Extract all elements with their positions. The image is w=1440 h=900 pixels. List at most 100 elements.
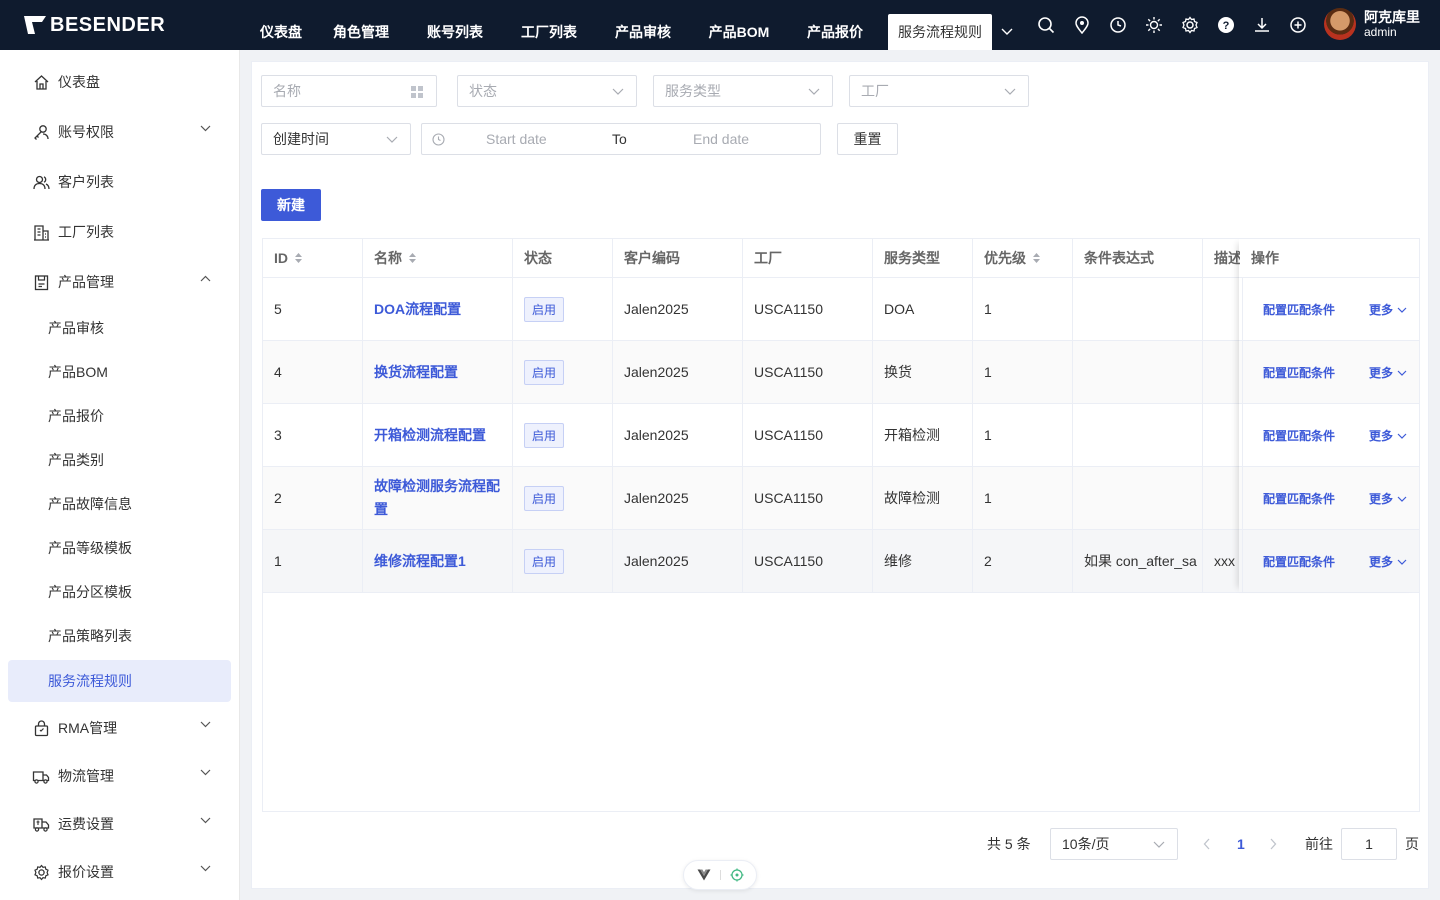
service-type-select[interactable]: 服务类型 <box>653 75 833 107</box>
cell-service-type: 故障检测 <box>873 467 973 529</box>
chevron-down-icon <box>1004 88 1016 95</box>
nav-tab-factories[interactable]: 工厂列表 <box>502 14 596 50</box>
configure-conditions-link[interactable]: 配置匹配条件 <box>1263 490 1335 507</box>
chevron-down-icon <box>808 88 820 95</box>
sidebar-sub-product-quote[interactable]: 产品报价 <box>8 395 231 437</box>
chevron-down-icon <box>200 817 211 824</box>
add-circle-icon[interactable] <box>1280 0 1316 50</box>
cell-id: 2 <box>263 467 363 529</box>
cell-priority: 2 <box>973 530 1073 592</box>
nav-tab-dashboard[interactable]: 仪表盘 <box>248 14 314 50</box>
sidebar-sub-product-bom[interactable]: 产品BOM <box>8 351 231 393</box>
sidebar-item-freight-settings[interactable]: 运费设置 <box>8 803 231 845</box>
sidebar-item-label: 运费设置 <box>58 816 114 832</box>
clock-icon[interactable] <box>1100 0 1136 50</box>
toolbar: ? <box>1028 0 1316 50</box>
cell-name-link[interactable]: 换货流程配置 <box>363 341 513 403</box>
start-date-input[interactable]: Start date <box>486 131 547 147</box>
nav-tab-service-rules[interactable]: 服务流程规则 <box>888 14 992 50</box>
range-separator: To <box>612 131 627 147</box>
nav-tab-roles[interactable]: 角色管理 <box>314 14 408 50</box>
configure-conditions-link[interactable]: 配置匹配条件 <box>1263 364 1335 381</box>
sidebar-sub-service-flow-rules[interactable]: 服务流程规则 <box>8 660 231 702</box>
chevron-down-icon <box>1397 496 1407 502</box>
sidebar-item-rma[interactable]: RMA管理 <box>8 707 231 749</box>
configure-conditions-link[interactable]: 配置匹配条件 <box>1263 553 1335 570</box>
nav-tab-product-quote[interactable]: 产品报价 <box>788 14 882 50</box>
date-range-picker[interactable]: Start date To End date <box>421 123 821 155</box>
sidebar-sub-product-strategy-list[interactable]: 产品策略列表 <box>8 615 231 657</box>
sidebar-sub-product-partition-template[interactable]: 产品分区模板 <box>8 571 231 613</box>
more-dropdown[interactable]: 更多 <box>1369 490 1407 507</box>
sort-icon[interactable] <box>408 252 417 264</box>
brand-logo[interactable]: BESENDER <box>0 0 240 50</box>
chevron-up-icon <box>200 275 211 282</box>
prev-page-button[interactable] <box>1203 828 1211 860</box>
cell-name-link[interactable]: DOA流程配置 <box>363 278 513 340</box>
nav-tab-product-bom[interactable]: 产品BOM <box>690 14 788 50</box>
settings-gear-icon[interactable] <box>1172 0 1208 50</box>
top-bar: BESENDER 仪表盘 角色管理 账号列表 工厂列表 产品审核 产品BOM 产… <box>0 0 1440 50</box>
nav-tab-accounts[interactable]: 账号列表 <box>408 14 502 50</box>
more-dropdown[interactable]: 更多 <box>1369 364 1407 381</box>
reset-button[interactable]: 重置 <box>837 123 898 155</box>
search-icon[interactable] <box>1028 0 1064 50</box>
time-field-select[interactable]: 创建时间 <box>261 123 411 155</box>
nav-more-chevron-icon[interactable] <box>992 14 1022 50</box>
cell-factory: USCA1150 <box>743 530 873 592</box>
more-dropdown[interactable]: 更多 <box>1369 427 1407 444</box>
sidebar-item-account-permissions[interactable]: 账号权限 <box>8 111 231 153</box>
sidebar-item-label: 产品管理 <box>58 274 114 290</box>
sun-icon[interactable] <box>1136 0 1172 50</box>
header-service-type: 服务类型 <box>873 239 973 278</box>
download-icon[interactable] <box>1244 0 1280 50</box>
cell-service-type: 开箱检测 <box>873 404 973 466</box>
sidebar-item-logistics[interactable]: 物流管理 <box>8 755 231 797</box>
sidebar-sub-product-category[interactable]: 产品类别 <box>8 439 231 481</box>
cell-factory: USCA1150 <box>743 278 873 340</box>
location-icon[interactable] <box>1064 0 1100 50</box>
header-priority[interactable]: 优先级 <box>973 239 1073 278</box>
sidebar-item-quote-settings[interactable]: 报价设置 <box>8 851 231 893</box>
factory-select[interactable]: 工厂 <box>849 75 1029 107</box>
help-icon[interactable]: ? <box>1208 0 1244 50</box>
new-button[interactable]: 新建 <box>261 189 321 221</box>
header-name[interactable]: 名称 <box>363 239 513 278</box>
cell-name-link[interactable]: 维修流程配置1 <box>363 530 513 592</box>
cell-name-link[interactable]: 开箱检测流程配置 <box>363 404 513 466</box>
end-date-input[interactable]: End date <box>693 131 749 147</box>
status-select[interactable]: 状态 <box>457 75 637 107</box>
sidebar-sub-product-fault-info[interactable]: 产品故障信息 <box>8 483 231 525</box>
sidebar-sub-product-grade-template[interactable]: 产品等级模板 <box>8 527 231 569</box>
vue-logo-icon[interactable] <box>697 869 711 881</box>
page-number-current[interactable]: 1 <box>1237 828 1245 860</box>
sort-icon[interactable] <box>1032 252 1041 264</box>
sort-icon[interactable] <box>294 252 303 264</box>
next-page-button[interactable] <box>1269 828 1277 860</box>
user-menu[interactable]: 阿克库里 admin <box>1324 8 1420 40</box>
cell-id: 4 <box>263 341 363 403</box>
logo-mark-icon <box>24 16 46 34</box>
sidebar-item-customers[interactable]: 客户列表 <box>8 161 231 203</box>
page-size-select[interactable]: 10条/页 <box>1050 828 1178 860</box>
nav-tab-product-review[interactable]: 产品审核 <box>596 14 690 50</box>
more-dropdown[interactable]: 更多 <box>1369 553 1407 570</box>
cell-name-link[interactable]: 故障检测服务流程配置 <box>363 467 513 529</box>
sidebar-sub-product-review[interactable]: 产品审核 <box>8 307 231 349</box>
sidebar-item-dashboard[interactable]: 仪表盘 <box>8 61 231 103</box>
goto-page-input[interactable]: 1 <box>1341 828 1397 860</box>
cell-service-type: 维修 <box>873 530 973 592</box>
target-icon[interactable] <box>730 868 744 882</box>
name-search-input[interactable]: 名称 <box>261 75 437 107</box>
status-badge: 启用 <box>524 485 565 511</box>
avatar[interactable] <box>1324 8 1356 40</box>
sidebar-item-product-management[interactable]: 产品管理 <box>8 261 231 303</box>
more-dropdown[interactable]: 更多 <box>1369 301 1407 318</box>
sidebar-item-factories[interactable]: 工厂列表 <box>8 211 231 253</box>
goto-suffix: 页 <box>1405 836 1419 852</box>
chevron-left-icon <box>1203 838 1210 850</box>
configure-conditions-link[interactable]: 配置匹配条件 <box>1263 427 1335 444</box>
header-id[interactable]: ID <box>263 239 363 278</box>
configure-conditions-link[interactable]: 配置匹配条件 <box>1263 301 1335 318</box>
cell-status: 启用 <box>513 341 613 403</box>
